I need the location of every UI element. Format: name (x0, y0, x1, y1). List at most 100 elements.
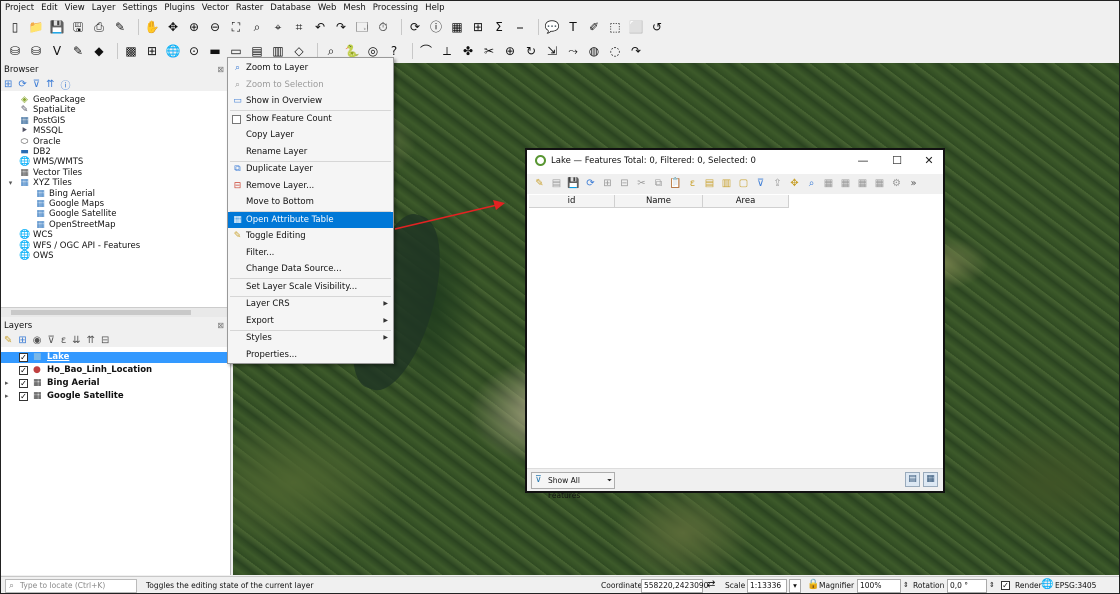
statistical-summary-icon[interactable]: Σ (491, 19, 507, 35)
browser-item-xyz-tiles[interactable]: ▾ ▦ XYZ Tiles (1, 178, 230, 188)
more-icon[interactable]: » (907, 178, 920, 191)
node-tool-icon[interactable]: ✤ (460, 43, 476, 59)
layer-item-ho-bao-linh-location[interactable]: ✓ ● Ho_Bao_Linh_Location (1, 365, 230, 376)
spin-arrows-icon[interactable]: ⇕ (903, 581, 909, 589)
layer-item-google-satellite[interactable]: ▸ ✓ ▦ Google Satellite (1, 391, 230, 402)
delete-feature-icon[interactable]: ⊟ (618, 178, 631, 191)
print-layout-icon[interactable]: ⎙ (91, 19, 107, 35)
menu-view[interactable]: View (65, 3, 85, 13)
menu-database[interactable]: Database (270, 3, 311, 13)
zoom-full-icon[interactable]: ⛶ (228, 19, 244, 35)
collapse-all-icon[interactable]: ⇈ (46, 79, 54, 90)
save-project-icon[interactable]: 💾 (49, 19, 65, 35)
browser-item-google-maps[interactable]: ▦ Google Maps (1, 199, 230, 209)
menu-item-zoom-to-layer[interactable]: ⌕ Zoom to Layer (228, 60, 393, 77)
globe-icon[interactable]: 🌐 (1041, 579, 1053, 590)
menu-plugins[interactable]: Plugins (164, 3, 194, 13)
add-delimited-icon[interactable]: ⊙ (186, 43, 202, 59)
new-project-icon[interactable]: ▯ (7, 19, 23, 35)
menu-web[interactable]: Web (318, 3, 337, 13)
browser-item-vector-tiles[interactable]: ▦ Vector Tiles (1, 168, 230, 178)
scale-dropdown[interactable]: ▾ (789, 579, 801, 593)
new-shapefile-icon[interactable]: V (49, 43, 65, 59)
expression-select-icon[interactable]: ε (686, 178, 699, 191)
merge-icon[interactable]: ⊕ (502, 43, 518, 59)
field-calculator-icon[interactable]: ▦ (856, 178, 869, 191)
browser-item-wms-wmts[interactable]: 🌐 WMS/WMTS (1, 157, 230, 167)
minimize-button[interactable]: — (851, 152, 875, 170)
browser-item-ows[interactable]: 🌐 OWS (1, 251, 230, 261)
coordinate-field[interactable]: 558220,2423090 (641, 579, 708, 593)
add-wms-icon[interactable]: ⊞ (144, 43, 160, 59)
actions-icon[interactable]: ⚙ (890, 178, 903, 191)
select-all-icon[interactable]: ▤ (703, 178, 716, 191)
coordinate-toggle-icon[interactable]: ⇄ (707, 579, 715, 590)
rotate-icon[interactable]: ↻ (523, 43, 539, 59)
save-as-icon[interactable]: 🖫 (70, 19, 86, 35)
pan-to-selection-icon[interactable]: ✥ (165, 19, 181, 35)
collapse-all-icon[interactable]: ⇈ (87, 335, 95, 346)
redo-icon[interactable]: ↷ (628, 43, 644, 59)
add-selected-icon[interactable]: ⊞ (4, 79, 12, 90)
pan-icon[interactable]: ✋ (144, 19, 160, 35)
lock-icon[interactable]: 🔒 (807, 579, 819, 590)
digitize-line-icon[interactable]: ⌒ (418, 43, 434, 59)
menu-item-show-in-overview[interactable]: ▭ Show in Overview (228, 93, 393, 110)
edit-icon[interactable]: ↺ (649, 19, 665, 35)
measure-icon[interactable]: ⎯ (512, 19, 528, 35)
menu-item-set-layer-scale-visibility[interactable]: Set Layer Scale Visibility... (228, 279, 393, 296)
rotation-field[interactable]: 0,0 ° (947, 579, 987, 593)
checkbox-icon[interactable] (232, 114, 241, 124)
table-view-button[interactable]: ▦ (923, 472, 938, 487)
advanced-digitize-icon[interactable]: ⟂ (439, 43, 455, 59)
zoom-to-selection-icon[interactable]: ⌕ (249, 19, 265, 35)
add-postgis-icon[interactable]: ▬ (207, 43, 223, 59)
expand-all-icon[interactable]: ⇊ (72, 335, 80, 346)
identify-icon[interactable]: ⓘ (428, 19, 444, 35)
add-group-icon[interactable]: ⊞ (18, 335, 26, 346)
layer-visibility-checkbox[interactable]: ✓ (19, 366, 28, 375)
browser-item-geopackage[interactable]: ◈ GeoPackage (1, 95, 230, 105)
multi-edit-icon[interactable]: ▤ (550, 178, 563, 191)
select-icon[interactable]: ⬚ (607, 19, 623, 35)
render-checkbox[interactable]: ✓ (1001, 581, 1010, 590)
add-wfs-icon[interactable]: 🌐 (165, 43, 181, 59)
expand-arrow-icon[interactable]: ▾ (5, 178, 16, 188)
form-view-button[interactable]: ▤ (905, 472, 920, 487)
menu-item-zoom-to-selection[interactable]: ⌕ Zoom to Selection (228, 77, 393, 94)
column-header-name[interactable]: Name (615, 195, 703, 208)
layer-visibility-checkbox[interactable]: ✓ (19, 392, 28, 401)
zoom-to-selected-icon[interactable]: ⌕ (805, 178, 818, 191)
delete-ring-icon[interactable]: ◌ (607, 43, 623, 59)
delete-field-icon[interactable]: ▦ (839, 178, 852, 191)
menu-item-copy-layer[interactable]: Copy Layer (228, 127, 393, 144)
filter-selected-icon[interactable]: ⊽ (754, 178, 767, 191)
filter-legend-icon[interactable]: ⊽ (48, 335, 55, 346)
dialog-titlebar[interactable]: Lake — Features Total: 0, Filtered: 0, S… (527, 150, 943, 174)
style-panel-icon[interactable]: ✎ (4, 335, 12, 346)
menu-vector[interactable]: Vector (202, 3, 229, 13)
filter-icon[interactable]: ⊽ (33, 79, 40, 90)
crs-label[interactable]: EPSG:3405 (1055, 581, 1096, 590)
attribute-table-grid[interactable]: id Name Area (529, 195, 941, 465)
paste-icon[interactable]: 📋 (669, 178, 682, 191)
menu-settings[interactable]: Settings (122, 3, 157, 13)
spin-arrows-icon[interactable]: ⇕ (989, 581, 995, 589)
zoom-next-icon[interactable]: ↷ (333, 19, 349, 35)
data-source-manager-icon[interactable]: ⛁ (7, 43, 23, 59)
fill-ring-icon[interactable]: ◍ (586, 43, 602, 59)
new-temporary-layer-icon[interactable]: ✎ (70, 43, 86, 59)
browser-item-bing-aerial[interactable]: ▦ Bing Aerial (1, 189, 230, 199)
browser-item-openstreetmap[interactable]: ▦ OpenStreetMap (1, 220, 230, 230)
split-icon[interactable]: ✂ (481, 43, 497, 59)
menu-item-move-to-bottom[interactable]: Move to Bottom (228, 194, 393, 211)
column-header-area[interactable]: Area (703, 195, 789, 208)
layer-item-bing-aerial[interactable]: ▸ ✓ ▦ Bing Aerial (1, 378, 230, 389)
browser-item-wcs[interactable]: 🌐 WCS (1, 230, 230, 240)
properties-icon[interactable]: ⓘ (61, 77, 71, 92)
panel-close-icon[interactable]: ⊠ (217, 319, 224, 333)
menu-item-open-attribute-table[interactable]: ▦ Open Attribute Table (228, 211, 393, 228)
show-all-features-button[interactable]: ⊽ Show All Features ⏷ (531, 472, 615, 500)
expand-arrow-icon[interactable]: ▸ (5, 391, 9, 402)
menu-item-properties[interactable]: Properties... (228, 347, 393, 364)
